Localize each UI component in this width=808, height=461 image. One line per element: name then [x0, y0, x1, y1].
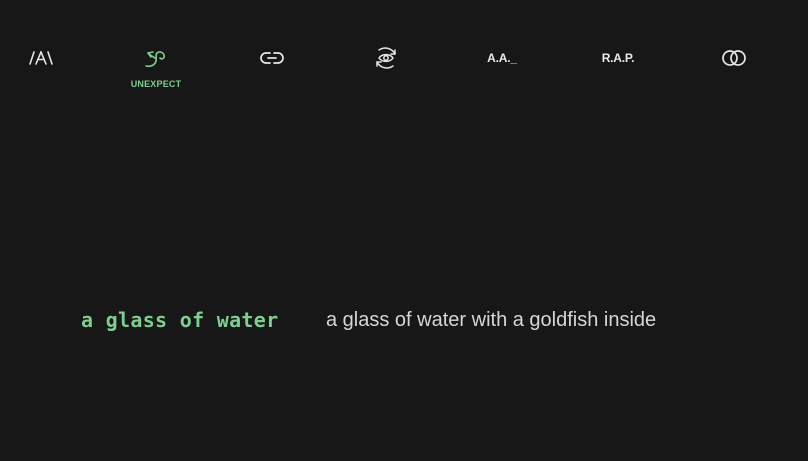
tool-eye-rotate[interactable]: [346, 44, 426, 100]
overlap-circles-icon: [721, 44, 747, 72]
unexpect-icon: [143, 44, 169, 72]
rap-icon: R.A.P.: [601, 51, 635, 65]
prompt-output-text: a glass of water with a goldfish inside: [326, 309, 657, 331]
tool-acronym[interactable]: A.A._: [462, 44, 542, 100]
tool-letter-spacing[interactable]: [1, 44, 81, 100]
tool-link[interactable]: [232, 44, 312, 100]
link-icon: [260, 44, 284, 72]
eye-rotate-icon: [373, 44, 399, 72]
tool-rap[interactable]: R.A.P.: [578, 44, 658, 100]
prompt-row: a glass of water a glass of water with a…: [0, 300, 808, 344]
tool-label: UNEXPECT: [130, 79, 182, 89]
letter-spacing-icon: [28, 44, 54, 72]
tool-overlap[interactable]: [694, 44, 774, 100]
prompt-input-text[interactable]: a glass of water: [81, 308, 278, 332]
toolbar: UNEXPECT A.A._ R.A.P.: [0, 0, 808, 110]
tool-unexpect[interactable]: UNEXPECT: [116, 44, 196, 100]
acronym-icon: A.A._: [487, 51, 517, 65]
